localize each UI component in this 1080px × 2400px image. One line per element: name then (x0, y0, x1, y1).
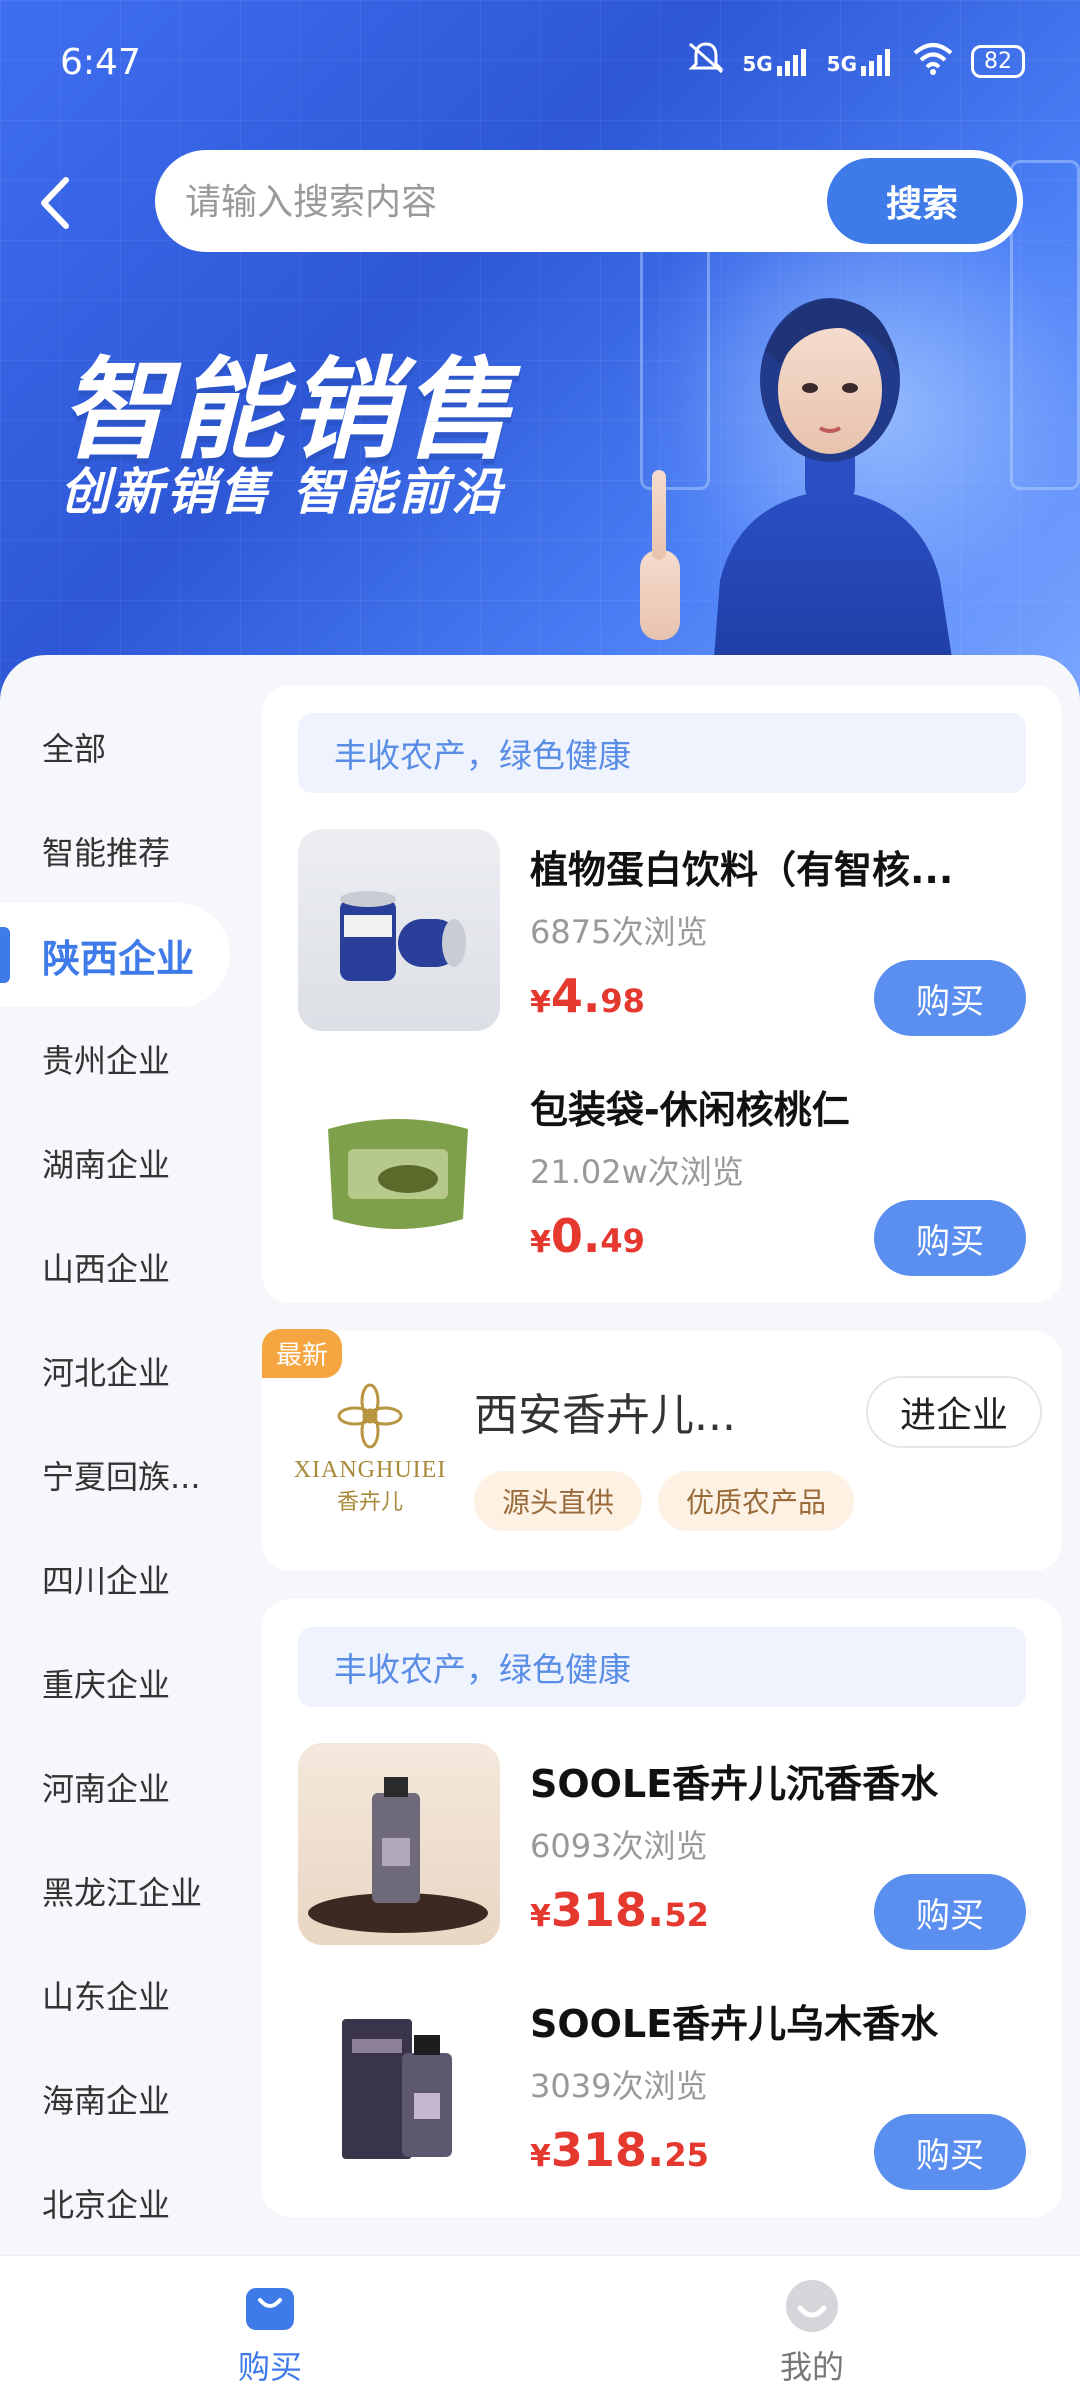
chevron-left-icon (41, 177, 69, 229)
wifi-icon (911, 41, 955, 82)
product-name: SOOLE香卉儿乌木香水 (530, 2002, 939, 2046)
product-name: 植物蛋白饮料（有智核... (530, 848, 954, 892)
ai-assistant-illustration (640, 250, 1020, 710)
sidebar-item-all[interactable]: 全部 (0, 695, 250, 799)
sidebar-item-heilongjiang[interactable]: 黑龙江企业 (0, 1839, 250, 1943)
nav-buy-label: 购买 (237, 2348, 302, 2386)
product-price: ¥4.98 (530, 969, 645, 1023)
product-image[interactable] (298, 1069, 500, 1271)
nav-mine[interactable]: 我的 (712, 2278, 912, 2388)
buy-button[interactable]: 购买 (874, 2114, 1026, 2190)
bottom-navigation: 购买 我的 (0, 2255, 1080, 2400)
status-time: 6:47 (60, 42, 141, 83)
sidebar-item-shanxi[interactable]: 山西企业 (0, 1215, 250, 1319)
status-bar: 6:47 5G 5G 82 (0, 0, 1080, 130)
nav-buy[interactable]: 购买 (170, 2278, 370, 2388)
sidebar-item-recommended[interactable]: 智能推荐 (0, 799, 250, 903)
search-bar: 搜索 (155, 150, 1023, 252)
product-views: 6875次浏览 (530, 913, 708, 951)
sidebar-item-chongqing[interactable]: 重庆企业 (0, 1631, 250, 1735)
card-banner: 丰收农产，绿色健康 (298, 1627, 1026, 1707)
product-item[interactable]: 包装袋-休闲核桃仁 21.02w次浏览 ¥0.49 购买 (298, 1069, 1026, 1276)
battery-icon: 82 (971, 45, 1025, 78)
product-price: ¥318.25 (530, 2123, 709, 2177)
back-button[interactable] (30, 168, 80, 238)
product-card: 丰收农产，绿色健康 SOOLE香卉儿沉香香水 6093次浏览 ¥318.52 购… (262, 1599, 1062, 2217)
product-image[interactable] (298, 1983, 500, 2185)
product-price: ¥0.49 (530, 1209, 645, 1263)
new-badge: 最新 (262, 1329, 343, 1378)
search-input[interactable] (185, 172, 745, 232)
product-views: 6093次浏览 (530, 1827, 708, 1865)
main-panel: 全部 智能推荐 陕西企业 贵州企业 湖南企业 山西企业 河北企业 宁夏回族...… (0, 655, 1080, 2255)
product-image[interactable] (298, 829, 500, 1031)
enterprise-logo: XIANGHUIEI 香卉儿 (294, 1381, 445, 1531)
enterprise-name: 西安香卉儿... (474, 1390, 736, 1441)
product-views: 3039次浏览 (530, 2067, 708, 2105)
enterprise-tag: 优质农产品 (658, 1471, 855, 1531)
sidebar-item-ningxia[interactable]: 宁夏回族... (0, 1423, 250, 1527)
product-item[interactable]: SOOLE香卉儿乌木香水 3039次浏览 ¥318.25 购买 (298, 1983, 1026, 2190)
product-name: 包装袋-休闲核桃仁 (530, 1088, 850, 1132)
buy-button[interactable]: 购买 (874, 960, 1026, 1036)
sidebar-item-sichuan[interactable]: 四川企业 (0, 1527, 250, 1631)
sidebar-item-hebei[interactable]: 河北企业 (0, 1319, 250, 1423)
product-item[interactable]: 植物蛋白饮料（有智核... 6875次浏览 ¥4.98 购买 (298, 829, 1026, 1036)
banner-subtitle: 创新销售 智能前沿 (60, 463, 505, 521)
product-image[interactable] (298, 1743, 500, 1945)
buy-button[interactable]: 购买 (874, 1874, 1026, 1950)
shopping-bag-icon (242, 2278, 298, 2334)
sidebar-item-shaanxi[interactable]: 陕西企业 (0, 903, 230, 1007)
product-item[interactable]: SOOLE香卉儿沉香香水 6093次浏览 ¥318.52 购买 (298, 1743, 1026, 1950)
mute-icon (686, 40, 726, 83)
sidebar-item-guizhou[interactable]: 贵州企业 (0, 1007, 250, 1111)
flower-logo-icon (337, 1383, 403, 1449)
product-list: 丰收农产，绿色健康 植物蛋白饮料（有智核... 6875次浏览 ¥4.98 购买 (262, 685, 1062, 2245)
product-name: SOOLE香卉儿沉香香水 (530, 1762, 939, 1806)
signal-icon-2: 5G (827, 48, 895, 76)
enter-enterprise-button[interactable]: 进企业 (866, 1376, 1042, 1448)
category-sidebar: 全部 智能推荐 陕西企业 贵州企业 湖南企业 山西企业 河北企业 宁夏回族...… (0, 695, 250, 2255)
signal-icon: 5G (742, 48, 810, 76)
enterprise-tag: 源头直供 (474, 1471, 643, 1531)
sidebar-item-hunan[interactable]: 湖南企业 (0, 1111, 250, 1215)
sidebar-item-shandong[interactable]: 山东企业 (0, 1943, 250, 2047)
profile-icon (784, 2278, 840, 2334)
enterprise-card[interactable]: 最新 XIANGHUIEI 香卉儿 西安香卉儿... 进企业 源头直供 优质农产… (262, 1329, 1062, 1571)
sidebar-item-henan[interactable]: 河南企业 (0, 1735, 250, 1839)
card-banner: 丰收农产，绿色健康 (298, 713, 1026, 793)
search-button[interactable]: 搜索 (827, 158, 1017, 244)
product-price: ¥318.52 (530, 1883, 709, 1937)
buy-button[interactable]: 购买 (874, 1200, 1026, 1276)
nav-mine-label: 我的 (779, 2348, 844, 2386)
sidebar-item-beijing[interactable]: 北京企业 (0, 2151, 250, 2255)
sidebar-item-hainan[interactable]: 海南企业 (0, 2047, 250, 2151)
product-card: 丰收农产，绿色健康 植物蛋白饮料（有智核... 6875次浏览 ¥4.98 购买 (262, 685, 1062, 1303)
product-views: 21.02w次浏览 (530, 1153, 744, 1191)
